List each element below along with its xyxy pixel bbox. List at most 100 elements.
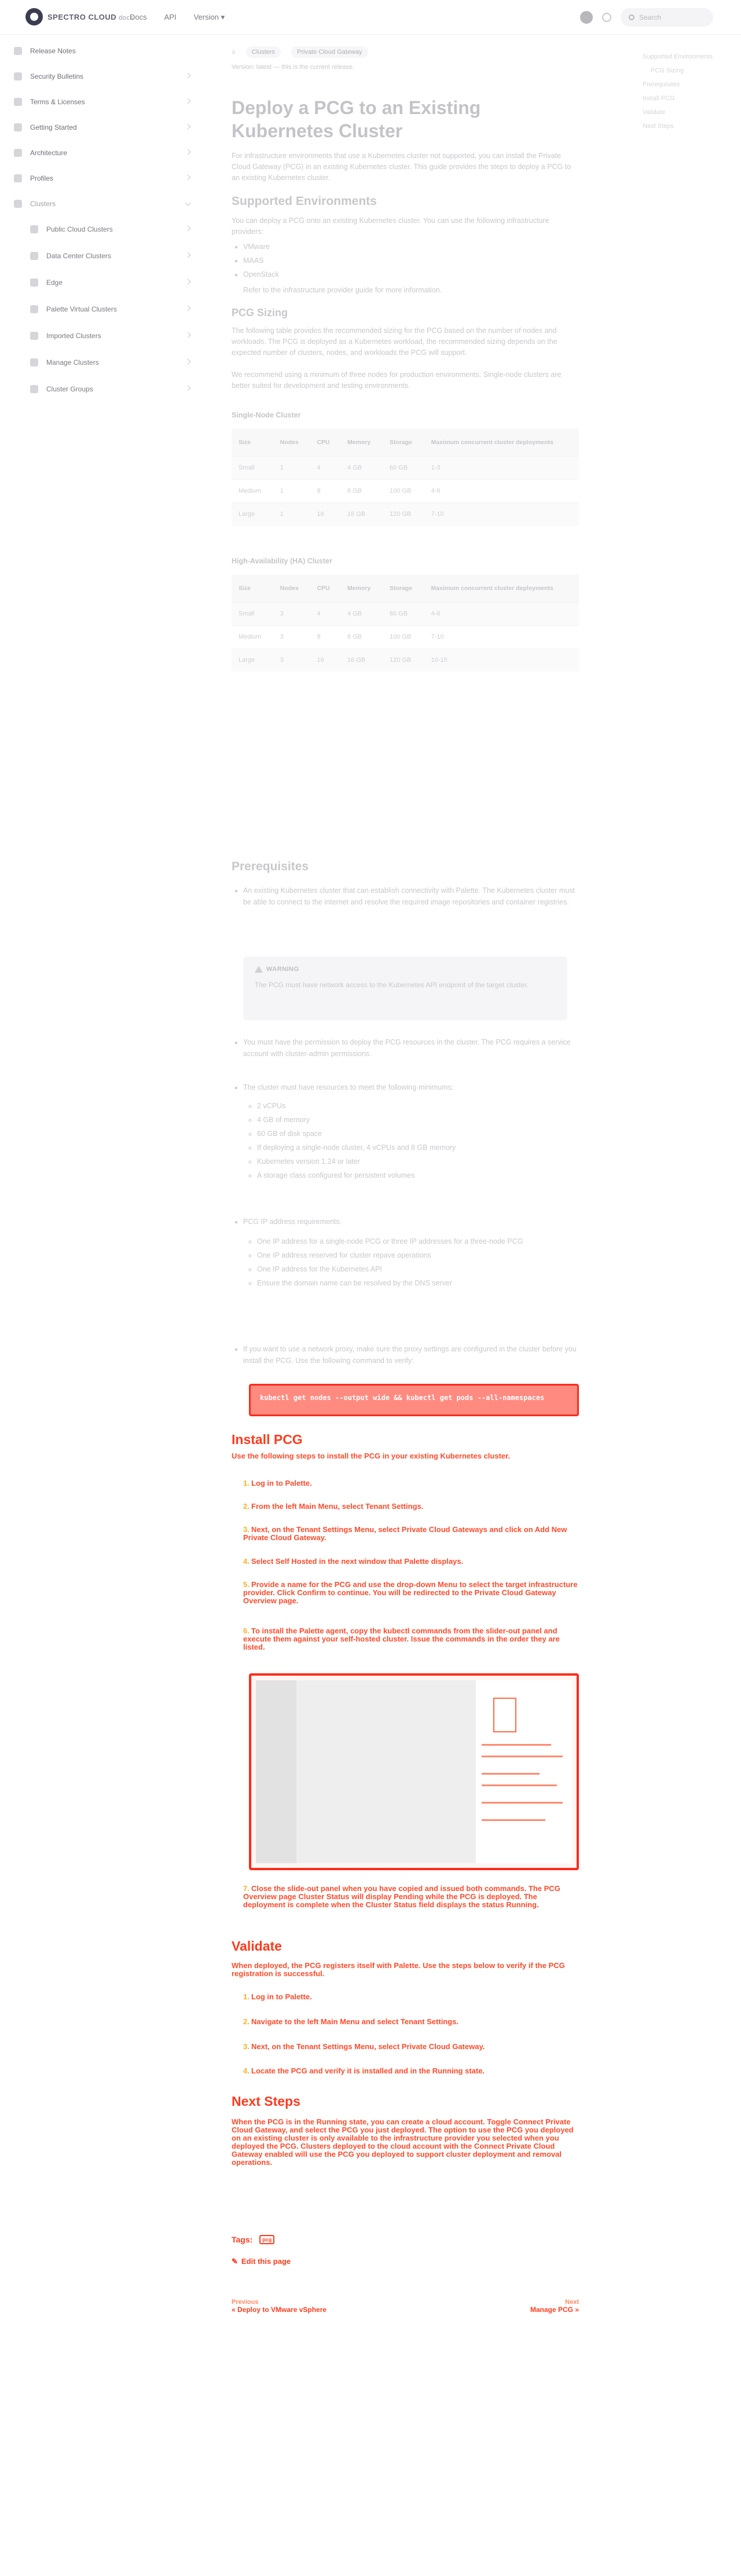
screenshot-line — [482, 1773, 540, 1775]
tag-pcg[interactable]: pcg — [259, 2235, 275, 2244]
prereq-ip-list: One IP address for a single-node PCG or … — [257, 1236, 579, 1291]
edit-this-page-link[interactable]: ✎ Edit this page — [232, 2257, 291, 2266]
sidebar-item-cluster-groups[interactable]: Cluster Groups — [30, 376, 197, 402]
validate-step-1: 1. Log in to Palette. — [243, 1992, 312, 2001]
validate-step-3: 3. Next, on the Tenant Settings Menu, sel… — [243, 2042, 485, 2051]
table-cell: 8 — [310, 625, 340, 648]
table-header-row: Size Nodes CPU Memory Storage Maximum co… — [232, 574, 579, 602]
list-item: A storage class configured for persisten… — [257, 1170, 579, 1181]
sidebar-item-clusters[interactable]: Clusters — [14, 191, 197, 217]
screenshot-line — [482, 1819, 545, 1821]
heading-supported-environments: Supported Environments — [232, 195, 377, 208]
toc-link[interactable]: Next Steps — [643, 122, 729, 131]
virtual-cluster-icon — [30, 305, 38, 313]
list-item: 2 vCPUs — [257, 1100, 579, 1112]
table-cell: 4 — [310, 602, 340, 625]
import-icon — [30, 332, 38, 340]
sidebar-item-label: Architecture — [30, 149, 68, 157]
table-header: Storage — [382, 574, 424, 602]
heading-next-steps: Next Steps — [232, 2094, 300, 2109]
table-cell: 4 GB — [340, 602, 383, 625]
server-icon — [30, 252, 38, 260]
single-node-table: Size Nodes CPU Memory Storage Maximum co… — [232, 428, 579, 526]
home-icon[interactable]: ⌂ — [232, 49, 236, 56]
sidebar-item-imported-clusters[interactable]: Imported Clusters — [30, 323, 197, 349]
sidebar: Release Notes Security Bulletins Terms &… — [0, 35, 208, 452]
table-cell: 7-10 — [424, 502, 579, 526]
install-step-7: 7. Close the slide-out panel when you hav… — [243, 1884, 560, 1909]
brand-name: SPECTRO CLOUD docs — [47, 12, 134, 21]
list-item: If you want to use a network proxy, make… — [243, 1343, 579, 1366]
pagination-nav: Previous « Deploy to VMware vSphere Next… — [232, 2299, 579, 2314]
chevron-right-icon — [185, 252, 191, 258]
table-cell: 4 GB — [340, 456, 383, 479]
table-header: Maximum concurrent cluster deployments — [424, 428, 579, 456]
toc-link[interactable]: PCG Sizing — [643, 66, 729, 75]
chevron-right-icon — [185, 225, 191, 232]
toc-link[interactable]: Supported Environments — [643, 52, 729, 61]
page-title: Deploy a PCG to an Existing Kubernetes C… — [232, 97, 481, 141]
sidebar-item-label: Cluster Groups — [46, 385, 93, 393]
table-cell: 3 — [273, 648, 310, 672]
table-header: Memory — [340, 574, 383, 602]
toc-link[interactable]: Prerequisites — [643, 80, 729, 89]
table-cell: Large — [232, 648, 273, 672]
github-icon[interactable] — [580, 11, 593, 24]
sidebar-item-edge[interactable]: Edge — [30, 270, 197, 295]
table-cell: 8 GB — [340, 625, 383, 648]
next-page-link[interactable]: Next Manage PCG » — [530, 2299, 579, 2314]
edge-icon — [30, 279, 38, 287]
sidebar-item-virtual-clusters[interactable]: Palette Virtual Clusters — [30, 296, 197, 322]
list-item: PCG IP address requirements: — [243, 1216, 579, 1227]
sidebar-item-getting-started[interactable]: Getting Started — [14, 115, 197, 140]
table-cell: 1 — [273, 502, 310, 526]
table-cell: Small — [232, 456, 273, 479]
nav-link-api[interactable]: API — [164, 13, 177, 22]
prev-label: Previous — [232, 2299, 259, 2306]
code-block[interactable]: kubectl get nodes --output wide && kubec… — [249, 1384, 579, 1416]
nav-link-docs[interactable]: Docs — [130, 13, 147, 22]
table-header: CPU — [310, 428, 340, 456]
chevron-right-icon — [185, 279, 191, 285]
sidebar-item-data-center[interactable]: Data Center Clusters — [30, 243, 197, 269]
table-row: Large 1 16 16 GB 120 GB 7-10 — [232, 502, 579, 526]
theme-toggle-icon[interactable] — [602, 13, 611, 22]
sidebar-item-architecture[interactable]: Architecture — [14, 140, 197, 166]
sidebar-item-release-notes[interactable]: Release Notes — [14, 38, 197, 64]
sidebar-item-label: Palette Virtual Clusters — [46, 305, 117, 313]
list-item: Ensure the domain name can be resolved b… — [257, 1277, 579, 1289]
heading-ha-cluster: High-Availability (HA) Cluster — [232, 557, 332, 565]
breadcrumb-item[interactable]: Private Cloud Gateway — [291, 46, 368, 58]
nav-version-dropdown[interactable]: Version ▾ — [194, 13, 225, 22]
install-step-2: 2. From the left Main Menu, select Tenant… — [243, 1502, 424, 1511]
screenshot-main-pane — [256, 1680, 476, 1863]
toc-link[interactable]: Validate — [643, 108, 729, 117]
screenshot-line — [482, 1756, 563, 1757]
table-cell: 4 — [310, 456, 340, 479]
sidebar-item-manage-clusters[interactable]: Manage Clusters — [30, 350, 197, 375]
warning-label: WARNING — [266, 966, 299, 973]
search-input[interactable]: Search — [621, 8, 713, 27]
sidebar-item-terms-licenses[interactable]: Terms & Licenses — [14, 89, 197, 115]
sidebar-item-profiles[interactable]: Profiles — [14, 166, 197, 191]
chevron-right-icon — [185, 174, 191, 181]
table-cell: Large — [232, 502, 273, 526]
table-cell: 100 GB — [382, 479, 424, 503]
table-cell: 120 GB — [382, 648, 424, 672]
table-header: Size — [232, 574, 273, 602]
clusters-icon — [14, 200, 22, 208]
validate-step-4: 4. Locate the PCG and verify it is instal… — [243, 2066, 485, 2075]
table-cell: Medium — [232, 625, 273, 648]
table-header: Maximum concurrent cluster deployments — [424, 574, 579, 602]
toc-link[interactable]: Install PCG — [643, 94, 729, 103]
table-header: CPU — [310, 574, 340, 602]
sidebar-item-public-cloud[interactable]: Public Cloud Clusters — [30, 217, 197, 242]
chevron-right-icon — [185, 332, 191, 338]
table-cell: 16 — [310, 648, 340, 672]
brand-logo-link[interactable]: SPECTRO CLOUD docs — [25, 8, 133, 25]
sidebar-item-security-bulletins[interactable]: Security Bulletins — [14, 64, 197, 89]
architecture-icon — [14, 149, 22, 157]
breadcrumb-item[interactable]: Clusters — [245, 46, 281, 58]
table-row: Medium 3 8 8 GB 100 GB 7-10 — [232, 625, 579, 648]
prev-page-link[interactable]: Previous « Deploy to VMware vSphere — [232, 2299, 327, 2314]
